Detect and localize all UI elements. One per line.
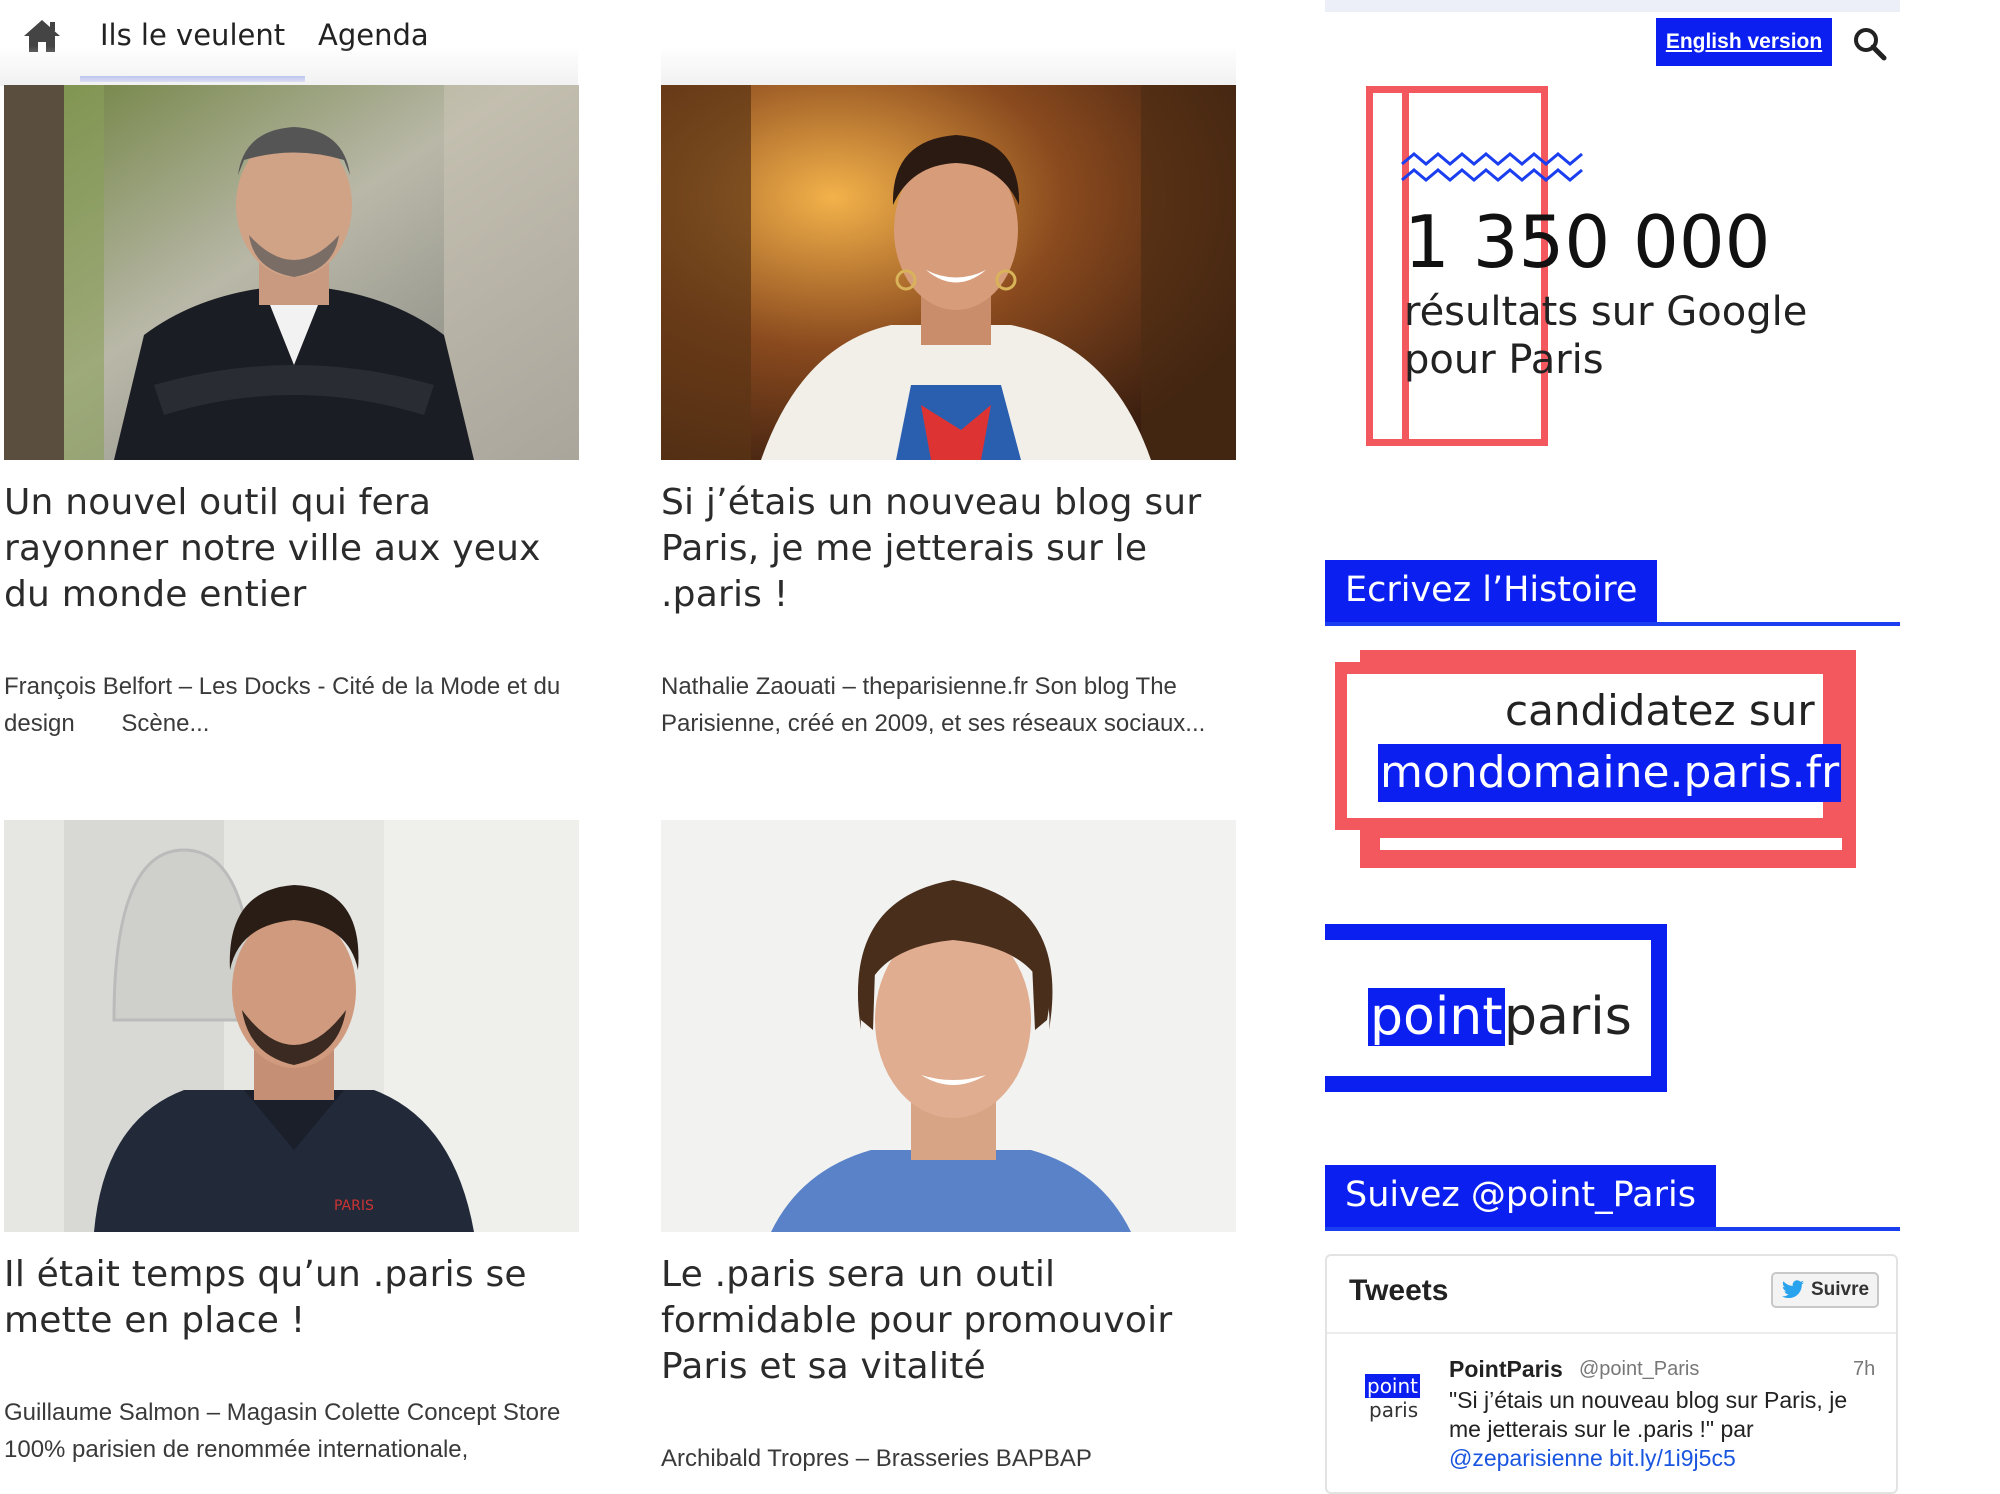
tweet-handle[interactable]: @point_Paris	[1579, 1358, 1699, 1381]
article-excerpt: Archibald Tropres – Brasseries BAPBAP	[661, 1445, 1092, 1472]
top-strip	[1325, 0, 1900, 12]
divider	[1327, 1332, 1896, 1334]
article-title[interactable]: Le .paris sera un outil formidable pour …	[661, 1252, 1236, 1390]
tweet-body: "Si j’étais un nouveau blog sur Paris, j…	[1449, 1387, 1848, 1442]
twitter-bird-icon	[1781, 1280, 1804, 1299]
article-photo[interactable]	[4, 85, 579, 460]
pointparis-logo-text[interactable]: paris	[1504, 988, 1632, 1046]
avatar-text: paris	[1369, 1398, 1419, 1422]
search-icon[interactable]	[1852, 26, 1888, 62]
svg-text:PARIS: PARIS	[334, 1198, 374, 1214]
article-excerpt: François Belfort – Les Docks - Cité de l…	[4, 673, 567, 737]
tweets-title: Tweets	[1349, 1274, 1449, 1307]
tweet-author[interactable]: PointParis	[1449, 1356, 1563, 1383]
section-heading: Ecrivez l’Histoire	[1325, 560, 1900, 626]
article-title[interactable]: Si j’étais un nouveau blog sur Paris, je…	[661, 480, 1236, 618]
header-fade	[661, 46, 1236, 86]
section-heading-label: Ecrivez l’Histoire	[1325, 560, 1658, 622]
candidate-banner-strip	[1380, 838, 1842, 850]
tweet-mention[interactable]: @zeparisienne	[1449, 1445, 1603, 1471]
article-title[interactable]: Un nouvel outil qui fera rayonner notre …	[4, 480, 579, 618]
stat-number: 1 350 000	[1404, 200, 1771, 284]
avatar-text: point	[1365, 1374, 1421, 1398]
stat-text: résultats sur Google pour Paris	[1404, 288, 1807, 384]
follow-button[interactable]: Suivre	[1771, 1272, 1879, 1308]
avatar[interactable]: point paris	[1365, 1374, 1423, 1432]
english-version-button[interactable]: English version	[1656, 18, 1832, 66]
candidate-link[interactable]: mondomaine.paris.fr	[1378, 744, 1842, 802]
section-heading-label: Suivez @point_Paris	[1325, 1165, 1716, 1227]
follow-label: Suivre	[1810, 1279, 1870, 1300]
pointparis-logo[interactable]: point	[1368, 988, 1505, 1046]
article-photo[interactable]	[661, 820, 1236, 1232]
article-photo[interactable]: PARIS	[4, 820, 579, 1232]
candidate-text[interactable]: candidatez sur	[1505, 686, 1815, 735]
tweet-time[interactable]: 7h	[1853, 1358, 1875, 1381]
wave-icon	[1401, 152, 1583, 182]
tweet-link[interactable]: bit.ly/1i9j5c5	[1609, 1445, 1736, 1471]
stat-line: résultats sur Google	[1404, 289, 1808, 335]
tweet-text: "Si j’étais un nouveau blog sur Paris, j…	[1449, 1386, 1879, 1473]
stat-line: pour Paris	[1404, 337, 1604, 383]
header-fade	[0, 46, 578, 86]
article-title[interactable]: Il était temps qu’un .paris se mette en …	[4, 1252, 579, 1344]
section-heading: Suivez @point_Paris	[1325, 1165, 1900, 1231]
twitter-widget: Tweets Suivre point paris PointParis @po…	[1325, 1254, 1898, 1494]
article-photo[interactable]	[661, 85, 1236, 460]
article-excerpt: Guillaume Salmon – Magasin Colette Conce…	[4, 1399, 567, 1463]
stat-frame-inner	[1366, 86, 1409, 446]
article-excerpt: Nathalie Zaouati – theparisienne.fr Son …	[661, 673, 1206, 737]
